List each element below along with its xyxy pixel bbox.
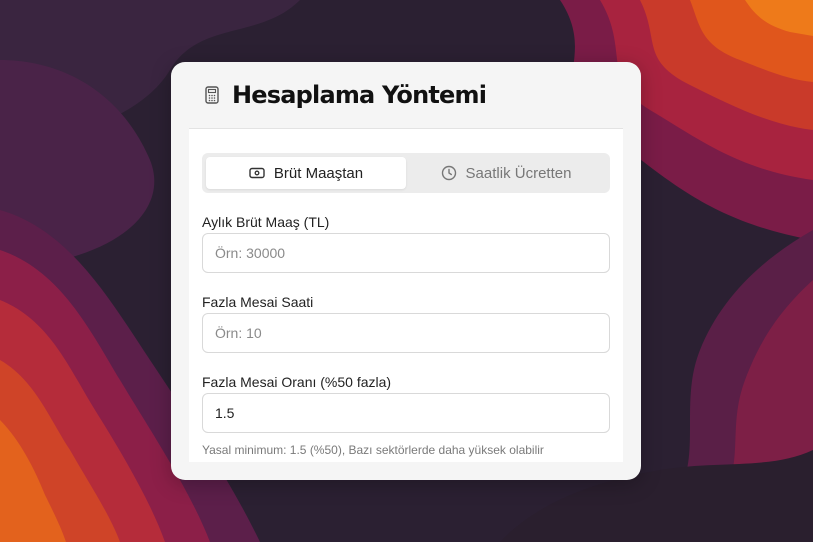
calculator-icon — [205, 86, 219, 104]
clock-icon — [441, 165, 456, 181]
tab-gross-salary-label: Brüt Maaştan — [273, 164, 364, 182]
overtime-hours-input[interactable] — [202, 313, 610, 353]
overtime-rate-input[interactable] — [202, 393, 610, 433]
card-header: Hesaplama Yöntemi — [189, 62, 623, 129]
tab-hourly-wage[interactable]: Saatlik Ücretten — [406, 157, 606, 189]
money-icon — [249, 167, 265, 179]
method-tabs: Brüt Maaştan Saatlik Ücretten — [202, 153, 610, 193]
gross-salary-input[interactable] — [202, 233, 610, 273]
overtime-rate-label: Fazla Mesai Oranı (%50 fazla) — [202, 374, 392, 390]
gross-salary-label: Aylık Brüt Maaş (TL) — [202, 214, 330, 230]
tab-hourly-wage-label: Saatlik Ücretten — [465, 164, 572, 182]
overtime-hours-label: Fazla Mesai Saati — [202, 294, 314, 310]
page-title: Hesaplama Yöntemi — [232, 81, 487, 109]
overtime-rate-hint: Yasal minimum: 1.5 (%50), Bazı sektörler… — [202, 443, 544, 457]
form-panel: Brüt Maaştan Saatlik Ücretten Aylık Brüt… — [189, 129, 623, 462]
calculation-card: Hesaplama Yöntemi Brüt Maaştan Saatlik Ü… — [171, 62, 641, 480]
tab-gross-salary[interactable]: Brüt Maaştan — [206, 157, 406, 189]
